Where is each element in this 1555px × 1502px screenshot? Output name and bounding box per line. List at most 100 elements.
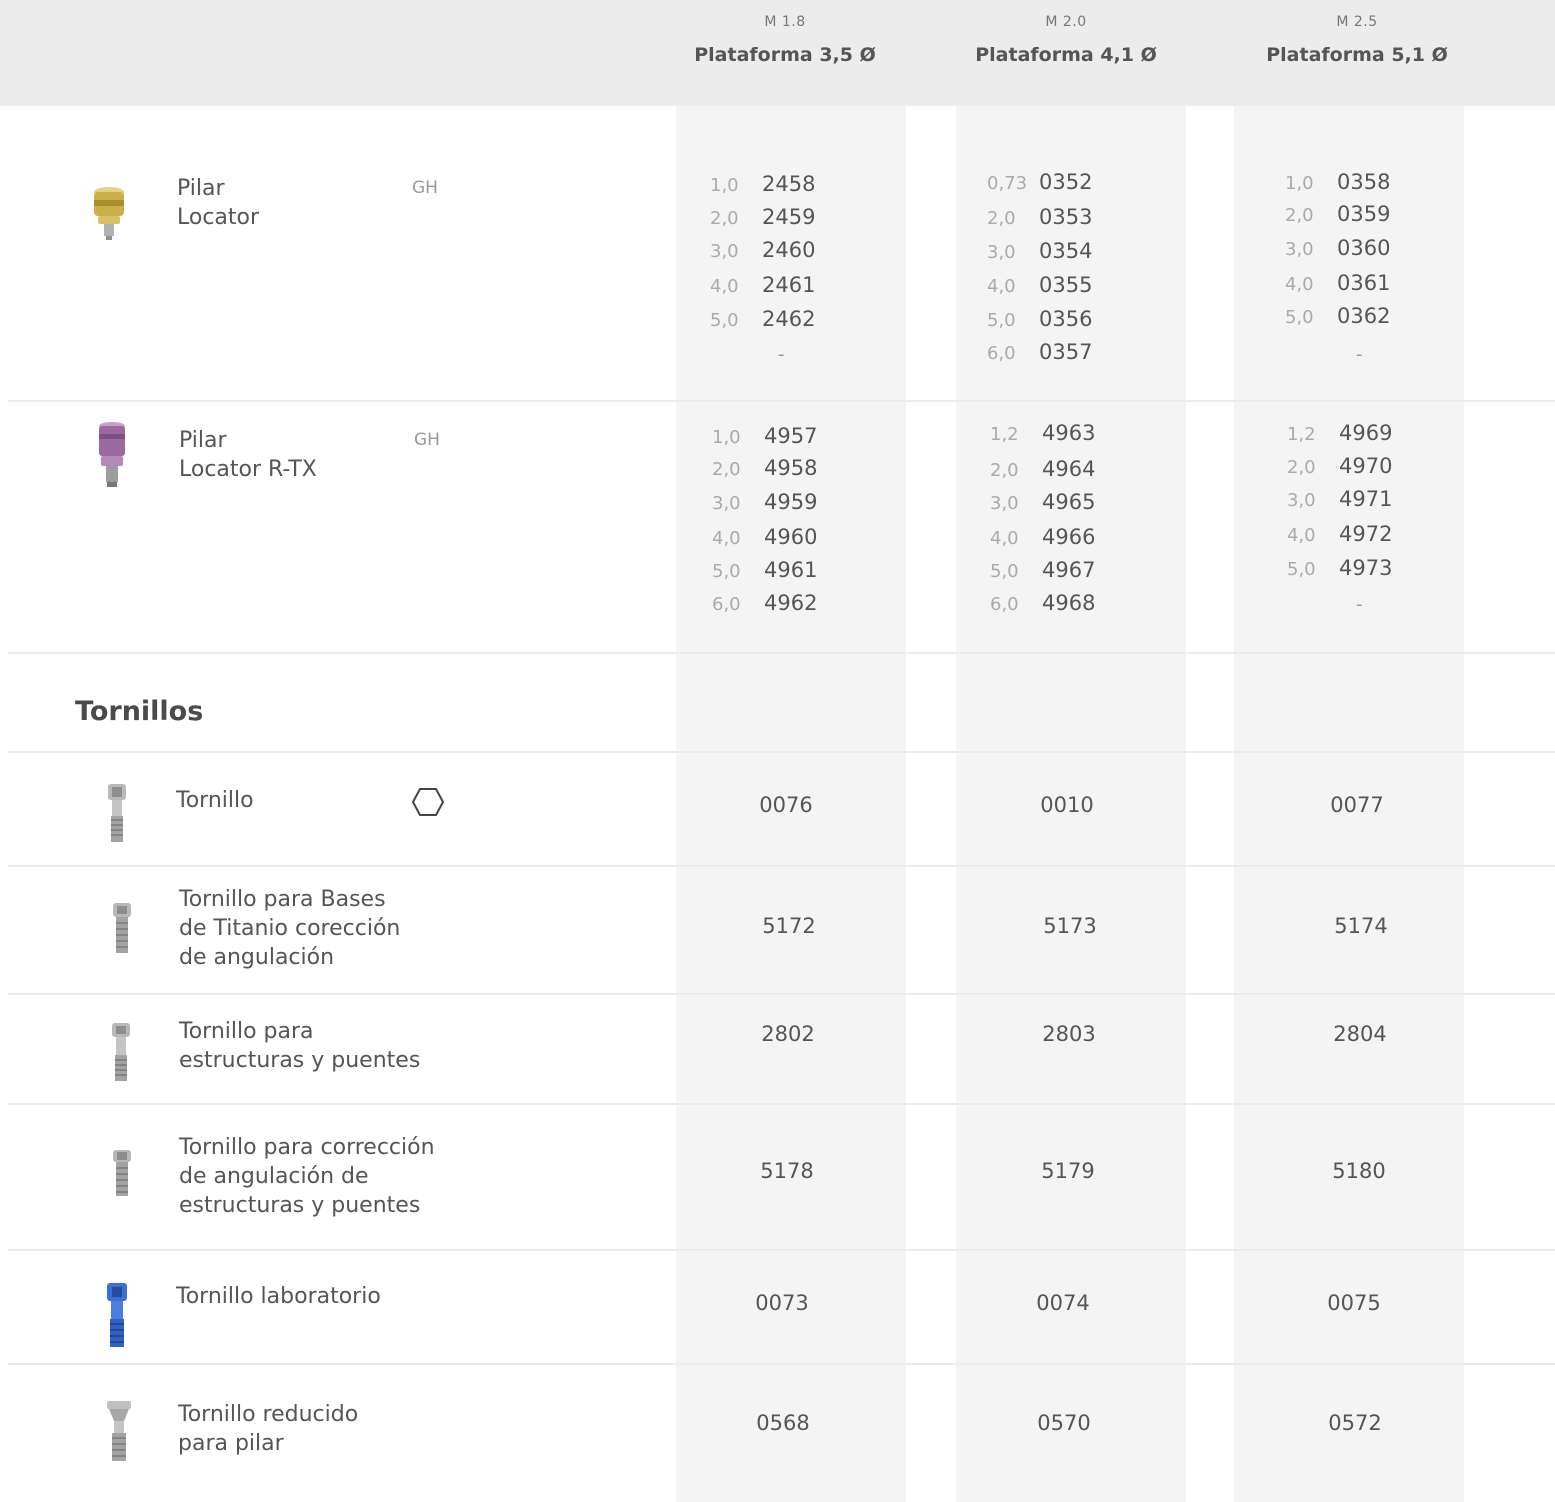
product-code: 4970 [1339,454,1393,478]
height-value: 5,0 [990,561,1019,582]
product-code: 4961 [764,558,818,582]
height-value: 3,0 [1287,490,1316,511]
row-divider [8,652,1555,654]
height-value: 2,0 [990,460,1019,481]
height-value: 3,0 [987,242,1016,263]
thread-size: M 2.0 [1045,14,1087,30]
product-code: 0074 [1036,1291,1090,1315]
product-code: 0572 [1328,1411,1382,1435]
height-value: 3,0 [990,493,1019,514]
height-value: 2,0 [1287,457,1316,478]
product-code: 2802 [761,1022,815,1046]
product-code: 4972 [1339,522,1393,546]
screw-icon [112,1023,130,1081]
product-code: 2459 [762,205,816,229]
height-value: 1,2 [1287,424,1316,445]
product-code: 0075 [1327,1291,1381,1315]
product-name: Tornillo para estructuras y puentes [179,1019,421,1073]
product-code: 0354 [1039,239,1093,263]
row-divider [8,1103,1555,1105]
product-code: 0568 [756,1411,810,1435]
height-value: 5,0 [710,310,739,331]
product-code: 4958 [764,456,818,480]
connection-tag: GH [412,178,438,198]
height-value: 0,73 [987,173,1028,194]
height-value: 3,0 [712,493,741,514]
height-value: 3,0 [710,241,739,262]
screw-icon [108,784,126,842]
height-value: 4,0 [987,276,1016,297]
product-name: Tornillo [176,788,254,813]
product-code: 2462 [762,307,816,331]
row-divider [8,751,1555,753]
height-value: 4,0 [1285,274,1314,295]
screw-icon [113,903,131,953]
height-value: 3,0 [1285,239,1314,260]
product-name: Tornillo para Bases de Titanio corección… [179,887,401,970]
product-code: 4971 [1339,487,1393,511]
product-code: 2460 [762,238,816,262]
empty-cell: - [1356,344,1363,365]
platform-label: Plataforma 4,1 Ø [975,44,1157,66]
product-code: 0077 [1330,793,1384,817]
product-code: 0359 [1337,202,1391,226]
height-value: 2,0 [712,459,741,480]
product-code: 4966 [1042,525,1096,549]
product-code: 0010 [1040,793,1094,817]
platform-label: Plataforma 3,5 Ø [694,44,876,66]
screw-icon [113,1150,131,1196]
product-code: 4960 [764,525,818,549]
height-value: 2,0 [987,208,1016,229]
product-code: 0361 [1337,271,1391,295]
product-code: 5180 [1332,1159,1386,1183]
row-divider [8,993,1555,995]
product-code: 5173 [1043,914,1097,938]
height-value: 2,0 [710,208,739,229]
product-code: 0362 [1337,304,1391,328]
height-value: 2,0 [1285,205,1314,226]
screw-icon [107,1401,131,1461]
product-code: 4969 [1339,421,1393,445]
product-code: 4962 [764,591,818,615]
height-value: 1,0 [712,427,741,448]
gold-abutment-icon [94,187,124,240]
height-value: 5,0 [987,310,1016,331]
table-header: M 1.8 Plataforma 3,5 Ø M 2.0 Plataforma … [0,0,1555,106]
row-divider [8,1363,1555,1365]
product-code: 0570 [1037,1411,1091,1435]
height-value: 1,0 [1285,173,1314,194]
height-value: 4,0 [990,528,1019,549]
purple-abutment-icon [99,422,125,487]
hexagon-icon [411,788,445,816]
product-code: 0357 [1039,340,1093,364]
product-code: 5179 [1041,1159,1095,1183]
height-value: 1,0 [710,175,739,196]
product-code: 4963 [1042,421,1096,445]
row-divider [8,400,1555,402]
product-code: 2461 [762,273,816,297]
platform-label: Plataforma 5,1 Ø [1266,44,1448,66]
product-name: Pilar Locator R-TX [179,428,317,482]
blue-screw-icon [107,1283,127,1347]
product-code: 0360 [1337,236,1391,260]
height-value: 5,0 [1285,307,1314,328]
height-value: 5,0 [1287,559,1316,580]
product-code: 4957 [764,424,818,448]
height-value: 6,0 [990,594,1019,615]
product-code: 5174 [1334,914,1388,938]
row-divider [8,865,1555,867]
height-value: 6,0 [712,594,741,615]
empty-cell: - [1356,594,1363,615]
row-divider [8,1249,1555,1251]
product-code: 4964 [1042,457,1096,481]
product-name: Pilar Locator [177,176,260,230]
product-code: 4959 [764,490,818,514]
height-value: 5,0 [712,561,741,582]
empty-cell: - [778,344,785,365]
product-code: 4965 [1042,490,1096,514]
product-code: 2804 [1333,1022,1387,1046]
product-code: 4973 [1339,556,1393,580]
product-code: 4968 [1042,591,1096,615]
height-value: 4,0 [712,528,741,549]
product-code: 5178 [760,1159,814,1183]
